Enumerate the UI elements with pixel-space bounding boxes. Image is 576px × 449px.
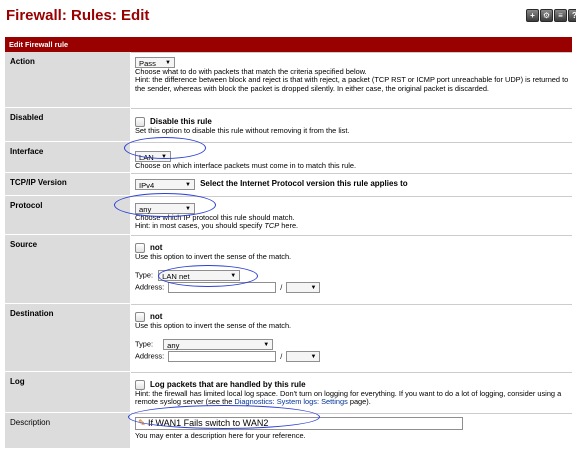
action-label: Action <box>5 52 130 107</box>
chevron-down-icon: ▼ <box>263 342 270 349</box>
interface-select-value: LAN <box>139 153 154 162</box>
log-help-end: page). <box>347 397 371 407</box>
tcpip-version-select[interactable]: IPv4 ▼ <box>135 179 195 190</box>
description-input[interactable]: ✎ If WAN1 Fails switch to WAN2 <box>135 417 463 430</box>
source-help: Use this option to invert the sense of t… <box>135 252 292 261</box>
chevron-down-icon: ▼ <box>185 182 191 188</box>
tcpip-version-help: Select the Internet Protocol version thi… <box>200 179 408 189</box>
protocol-select[interactable]: any ▼ <box>135 203 195 214</box>
log-checkbox-label: Log packets that are handled by this rul… <box>150 379 306 389</box>
gear-icon[interactable]: ⚙ <box>540 9 553 22</box>
pencil-icon: ✎ <box>138 418 146 428</box>
destination-slash: / <box>280 351 283 361</box>
document-icon[interactable]: ≡ <box>554 9 567 22</box>
source-type-value: LAN net <box>162 272 190 282</box>
page-title: Firewall: Rules: Edit <box>6 7 150 24</box>
system-logs-settings-link[interactable]: Diagnostics: System logs: Settings <box>234 397 347 406</box>
protocol-hint-text: Hint: in most cases, you should specify <box>135 221 265 231</box>
interface-help: Choose on which interface packets must c… <box>135 161 357 170</box>
chevron-down-icon: ▼ <box>310 285 317 292</box>
source-not-label: not <box>150 242 163 252</box>
destination-row: Destination not Use this option to inver… <box>5 304 572 372</box>
source-label: Source <box>5 235 130 303</box>
destination-address-input[interactable] <box>168 351 277 363</box>
chevron-down-icon: ▼ <box>185 206 191 212</box>
source-slash: / <box>280 282 283 292</box>
destination-address-label: Address: <box>135 351 165 361</box>
disabled-help: Set this option to disable this rule wit… <box>135 126 350 135</box>
protocol-hint-end: here. <box>279 221 299 231</box>
source-type-label: Type: <box>135 270 154 280</box>
panel-header: Edit Firewall rule <box>5 37 572 52</box>
source-row: Source not Use this option to invert the… <box>5 235 572 304</box>
interface-row: Interface LAN ▼ Choose on which interfac… <box>5 142 572 173</box>
disable-rule-label: Disable this rule <box>150 116 212 126</box>
action-row: Action Pass ▼ Choose what to do with pac… <box>5 52 572 108</box>
protocol-hint-tcp: TCP <box>264 221 280 231</box>
interface-label: Interface <box>5 142 130 172</box>
protocol-hint: Hint: in most cases, you should specify … <box>135 222 572 230</box>
destination-mask-select[interactable]: ▼ <box>286 351 321 363</box>
action-hint: Hint: the difference between block and r… <box>135 75 569 93</box>
log-help: Hint: the firewall has limited local log… <box>135 389 572 407</box>
log-row: Log Log packets that are handled by this… <box>5 372 572 413</box>
destination-not-label: not <box>150 311 163 321</box>
protocol-label: Protocol <box>5 196 130 234</box>
destination-help: Use this option to invert the sense of t… <box>135 321 292 330</box>
disabled-label: Disabled <box>5 108 130 141</box>
description-value: If WAN1 Fails switch to WAN2 <box>148 418 269 428</box>
source-mask-select[interactable]: ▼ <box>286 282 321 294</box>
tcpip-version-select-value: IPv4 <box>139 181 155 190</box>
destination-type-value: any <box>167 341 180 351</box>
chevron-down-icon: ▼ <box>310 354 317 361</box>
protocol-select-value: any <box>139 205 152 214</box>
chevron-down-icon: ▼ <box>230 273 237 280</box>
description-label: Description <box>5 413 130 448</box>
help-icon[interactable]: ? <box>568 9 576 22</box>
source-address-label: Address: <box>135 282 165 292</box>
action-select[interactable]: Pass ▼ <box>135 57 175 68</box>
source-type-select[interactable]: LAN net ▼ <box>158 270 241 282</box>
destination-type-label: Type: <box>135 339 154 349</box>
destination-label: Destination <box>5 304 130 371</box>
interface-select[interactable]: LAN ▼ <box>135 151 171 162</box>
add-icon[interactable]: + <box>526 9 539 22</box>
top-icons: + ⚙ ≡ ? <box>526 9 576 22</box>
edit-rule-table: Edit Firewall rule Action Pass ▼ Choose … <box>5 37 572 449</box>
log-label: Log <box>5 372 130 412</box>
description-row: Description ✎ If WAN1 Fails switch to WA… <box>5 413 572 449</box>
tcpip-version-label: TCP/IP Version <box>5 173 130 195</box>
chevron-down-icon: ▼ <box>165 60 171 66</box>
tcpip-version-row: TCP/IP Version IPv4 ▼ Select the Interne… <box>5 173 572 196</box>
destination-type-select[interactable]: any ▼ <box>163 339 274 351</box>
description-help: You may enter a description here for you… <box>135 431 306 440</box>
protocol-row: Protocol any ▼ Choose which IP protocol … <box>5 196 572 235</box>
chevron-down-icon: ▼ <box>161 154 167 160</box>
action-select-value: Pass <box>139 59 156 68</box>
disabled-row: Disabled Disable this rule Set this opti… <box>5 108 572 142</box>
source-address-input[interactable] <box>168 282 277 294</box>
